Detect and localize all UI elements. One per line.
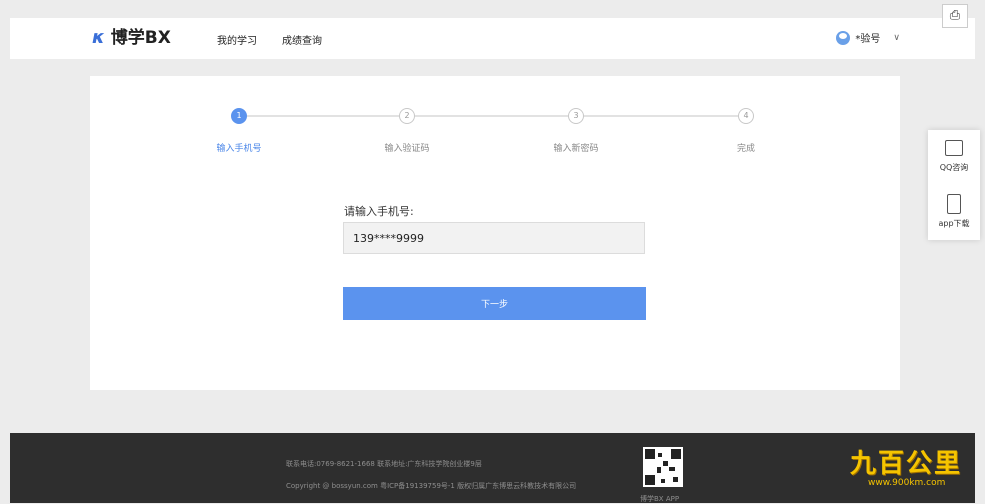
reset-password-card: 1 2 3 4 输入手机号 输入验证码 输入新密码 完成 请输入手机号: 下一步 [90,76,900,390]
chevron-down-icon: ∨ [893,32,900,43]
qq-consult-button[interactable]: QQ咨询 [928,140,980,173]
side-widget: QQ咨询 app下载 [928,130,980,240]
user-name: *验号 [855,34,881,45]
step-2-indicator: 2 [399,108,415,124]
step-4-indicator: 4 [738,108,754,124]
phone-input[interactable] [343,222,645,254]
step-connector [584,115,738,117]
logo-text: 博学BX [110,28,171,48]
app-download-button[interactable]: app下载 [928,194,980,229]
step-2-label: 输入验证码 [384,144,430,154]
nav-grade-query[interactable]: 成绩查询 [282,32,322,47]
app-qr-code[interactable] [643,447,683,487]
step-connector [415,115,568,117]
step-connector [247,115,399,117]
step-1-indicator: 1 [231,108,247,124]
site-watermark: 九百公里 www.900km.com [850,450,962,488]
chat-icon [945,140,963,156]
tablet-icon [947,194,961,214]
avatar [836,30,851,45]
qq-consult-label: QQ咨询 [939,163,969,172]
nav-my-study[interactable]: 我的学习 [217,32,257,47]
user-menu[interactable]: *验号 ∨ [836,30,900,45]
footer-copyright: Copyright @ bossyun.com 粤ICP备19139759号-1… [286,482,577,490]
next-step-button[interactable]: 下一步 [343,287,646,320]
logo-icon: 𝞳 [92,27,105,48]
logo[interactable]: 𝞳 博学BX [92,27,171,49]
footer: 联系电话:0769-8621-1668 联系地址:广东科技学院创业楼9层 Cop… [10,433,975,503]
footer-contact: 联系电话:0769-8621-1668 联系地址:广东科技学院创业楼9层 [286,460,482,468]
step-4-label: 完成 [736,144,755,154]
watermark-text: 九百公里 [850,449,963,479]
top-navbar: 𝞳 博学BX 我的学习 成绩查询 *验号 ∨ [10,18,975,59]
app-download-label: app下载 [938,219,970,228]
phone-field-label: 请输入手机号: [344,205,414,218]
step-1-label: 输入手机号 [216,144,262,154]
printer-icon[interactable]: ⎙ [942,4,968,28]
step-3-label: 输入新密码 [553,144,599,154]
step-3-indicator: 3 [568,108,584,124]
watermark-url: www.900km.com [868,478,946,488]
